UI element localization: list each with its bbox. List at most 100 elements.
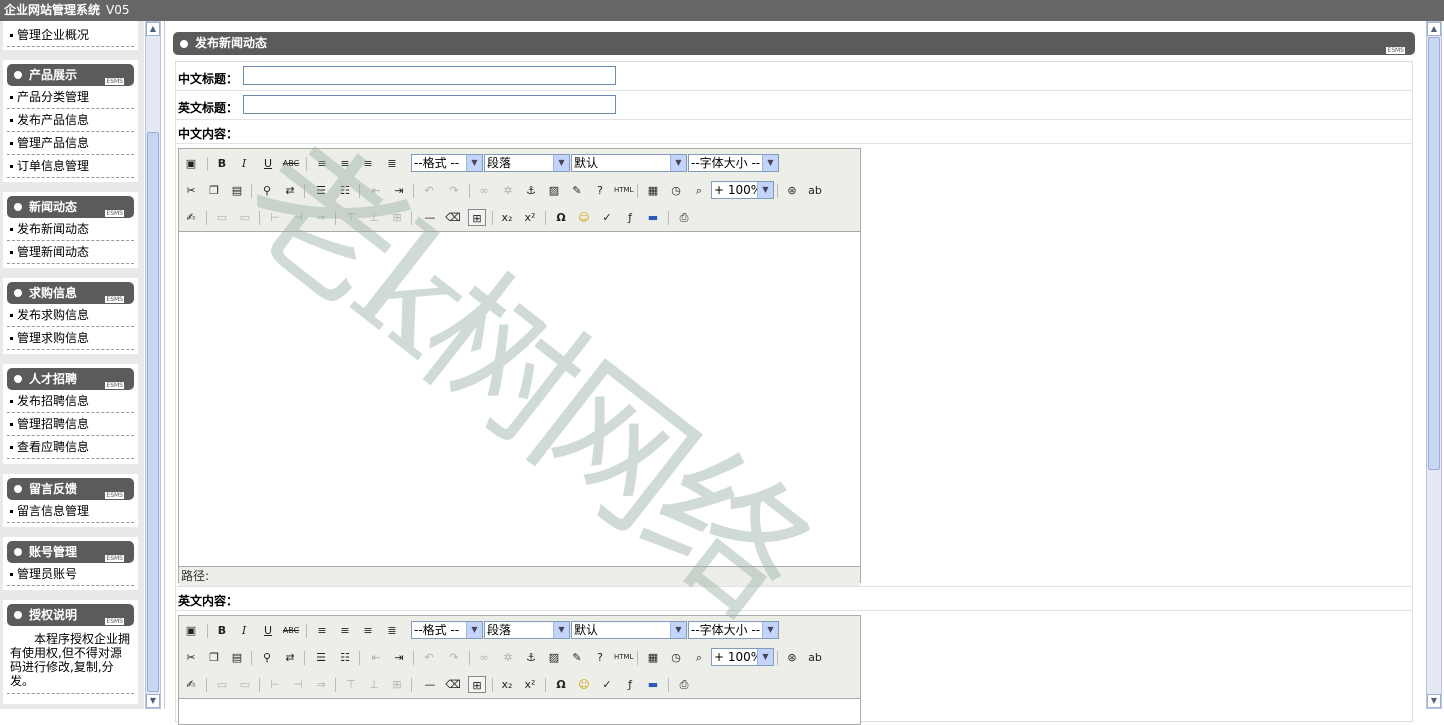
- sidebar-item-manage-product[interactable]: 管理产品信息: [7, 132, 134, 155]
- table-delete-row-icon[interactable]: ▭: [236, 209, 254, 226]
- zoom-select[interactable]: + 100% ▼: [711, 181, 774, 199]
- time-icon[interactable]: ◷: [667, 182, 685, 199]
- align-center-icon[interactable]: ≡: [336, 155, 354, 172]
- date-icon[interactable]: ▦: [644, 182, 662, 199]
- sidebar-item-publish-product[interactable]: 发布产品信息: [7, 109, 134, 132]
- sidebar-section-news-header[interactable]: 新闻动态 ESMS: [7, 196, 134, 218]
- media-icon[interactable]: ▬: [644, 676, 662, 693]
- sidebar-item-publish-purchase[interactable]: 发布求购信息: [7, 304, 134, 327]
- html-icon[interactable]: HTML: [614, 649, 633, 666]
- indent-icon[interactable]: ⇥: [390, 182, 408, 199]
- font-size-select[interactable]: --字体大小 -- ▼: [688, 621, 779, 639]
- align-justify-icon[interactable]: ≣: [383, 155, 401, 172]
- sidebar-item-manage-news[interactable]: 管理新闻动态: [7, 241, 134, 264]
- sidebar-scrollbar[interactable]: ▲ ▼: [145, 21, 161, 709]
- underline-icon[interactable]: U: [259, 155, 277, 172]
- flash-icon[interactable]: ƒ: [621, 676, 639, 693]
- bullet-list-icon[interactable]: ☰: [312, 649, 330, 666]
- cut-icon[interactable]: ✂: [182, 649, 200, 666]
- find-icon[interactable]: ⚲: [258, 182, 276, 199]
- bullet-list-icon[interactable]: ☰: [312, 182, 330, 199]
- table-delete-col-icon[interactable]: ⊣: [289, 209, 307, 226]
- sidebar-section-jobs-header[interactable]: 人才招聘 ESMS: [7, 368, 134, 390]
- table-split-row-icon[interactable]: ⊥: [365, 676, 383, 693]
- sidebar-item-manage-purchase[interactable]: 管理求购信息: [7, 327, 134, 350]
- scroll-down-icon[interactable]: ▼: [1427, 694, 1441, 708]
- print-icon[interactable]: ⎙: [675, 676, 693, 693]
- main-scrollbar[interactable]: ▲ ▼: [1426, 21, 1442, 709]
- smiley-icon[interactable]: ☺: [575, 676, 593, 693]
- table-merge-icon[interactable]: ⇒: [312, 209, 330, 226]
- spellcheck-abc-icon[interactable]: ✓: [598, 676, 616, 693]
- undo-icon[interactable]: ↶: [420, 182, 438, 199]
- spellcheck-icon[interactable]: ab: [806, 649, 824, 666]
- redo-icon[interactable]: ↷: [445, 182, 463, 199]
- edit-form-icon[interactable]: ✍: [182, 209, 200, 226]
- scroll-thumb[interactable]: [1428, 37, 1440, 470]
- anchor-icon[interactable]: ⚓: [522, 649, 540, 666]
- special-char-icon[interactable]: Ω: [552, 209, 570, 226]
- redo-icon[interactable]: ↷: [445, 649, 463, 666]
- horizontal-rule-icon[interactable]: —: [421, 209, 439, 226]
- en-content-editor[interactable]: [179, 699, 860, 719]
- table-props-icon[interactable]: ⊞: [388, 676, 406, 693]
- sidebar-item-orders[interactable]: 订单信息管理: [7, 155, 134, 178]
- font-select[interactable]: 默认 ▼: [571, 154, 687, 172]
- font-select[interactable]: 默认 ▼: [571, 621, 687, 639]
- align-left-icon[interactable]: ≡: [313, 155, 331, 172]
- align-center-icon[interactable]: ≡: [336, 622, 354, 639]
- subscript-icon[interactable]: x₂: [498, 209, 516, 226]
- scroll-thumb[interactable]: [147, 132, 159, 692]
- spellcheck-icon[interactable]: ab: [806, 182, 824, 199]
- table-split-icon[interactable]: ⊤: [342, 676, 360, 693]
- outdent-icon[interactable]: ⇤: [367, 649, 385, 666]
- cleanup-icon[interactable]: ✎: [568, 649, 586, 666]
- table-delete-col-icon[interactable]: ⊣: [289, 676, 307, 693]
- superscript-icon[interactable]: x²: [521, 209, 539, 226]
- horizontal-rule-icon[interactable]: —: [421, 676, 439, 693]
- help-icon[interactable]: ?: [591, 182, 609, 199]
- italic-icon[interactable]: I: [235, 622, 253, 639]
- sidebar-item-publish-news[interactable]: 发布新闻动态: [7, 218, 134, 241]
- preview-icon[interactable]: ⌕: [690, 182, 708, 199]
- sidebar-item-product-category[interactable]: 产品分类管理: [7, 86, 134, 109]
- scroll-down-icon[interactable]: ▼: [146, 694, 160, 708]
- table-icon[interactable]: ⊞: [468, 676, 486, 693]
- save-icon[interactable]: ▣: [182, 622, 200, 639]
- table-split-icon[interactable]: ⊤: [342, 209, 360, 226]
- time-icon[interactable]: ◷: [667, 649, 685, 666]
- about-icon[interactable]: ⊛: [783, 649, 801, 666]
- image-icon[interactable]: ▨: [545, 649, 563, 666]
- strikethrough-icon[interactable]: ABC: [282, 622, 300, 639]
- en-title-input[interactable]: [243, 95, 616, 114]
- numbered-list-icon[interactable]: ☷: [336, 182, 354, 199]
- format-select[interactable]: --格式 -- ▼: [411, 154, 483, 172]
- align-right-icon[interactable]: ≡: [359, 155, 377, 172]
- zoom-select[interactable]: + 100% ▼: [711, 648, 774, 666]
- cleanup-icon[interactable]: ✎: [568, 182, 586, 199]
- italic-icon[interactable]: I: [235, 155, 253, 172]
- link-icon[interactable]: ∞: [475, 182, 493, 199]
- table-insert-col-icon[interactable]: ⊢: [266, 676, 284, 693]
- anchor-icon[interactable]: ⚓: [522, 182, 540, 199]
- table-insert-row-icon[interactable]: ▭: [213, 676, 231, 693]
- table-delete-row-icon[interactable]: ▭: [236, 676, 254, 693]
- paragraph-select[interactable]: 段落 ▼: [484, 621, 570, 639]
- table-merge-icon[interactable]: ⇒: [312, 676, 330, 693]
- sidebar-item-messages[interactable]: 留言信息管理: [7, 500, 134, 523]
- undo-icon[interactable]: ↶: [420, 649, 438, 666]
- copy-icon[interactable]: ❐: [205, 649, 223, 666]
- font-size-select[interactable]: --字体大小 -- ▼: [688, 154, 779, 172]
- cn-title-input[interactable]: [243, 66, 616, 85]
- paste-icon[interactable]: ▤: [228, 649, 246, 666]
- subscript-icon[interactable]: x₂: [498, 676, 516, 693]
- align-right-icon[interactable]: ≡: [359, 622, 377, 639]
- save-icon[interactable]: ▣: [182, 155, 200, 172]
- flash-icon[interactable]: ƒ: [621, 209, 639, 226]
- scroll-up-icon[interactable]: ▲: [1427, 22, 1441, 36]
- align-justify-icon[interactable]: ≣: [383, 622, 401, 639]
- smiley-icon[interactable]: ☺: [575, 209, 593, 226]
- link-icon[interactable]: ∞: [475, 649, 493, 666]
- cn-content-editor[interactable]: [179, 232, 860, 566]
- bold-icon[interactable]: B: [213, 622, 231, 639]
